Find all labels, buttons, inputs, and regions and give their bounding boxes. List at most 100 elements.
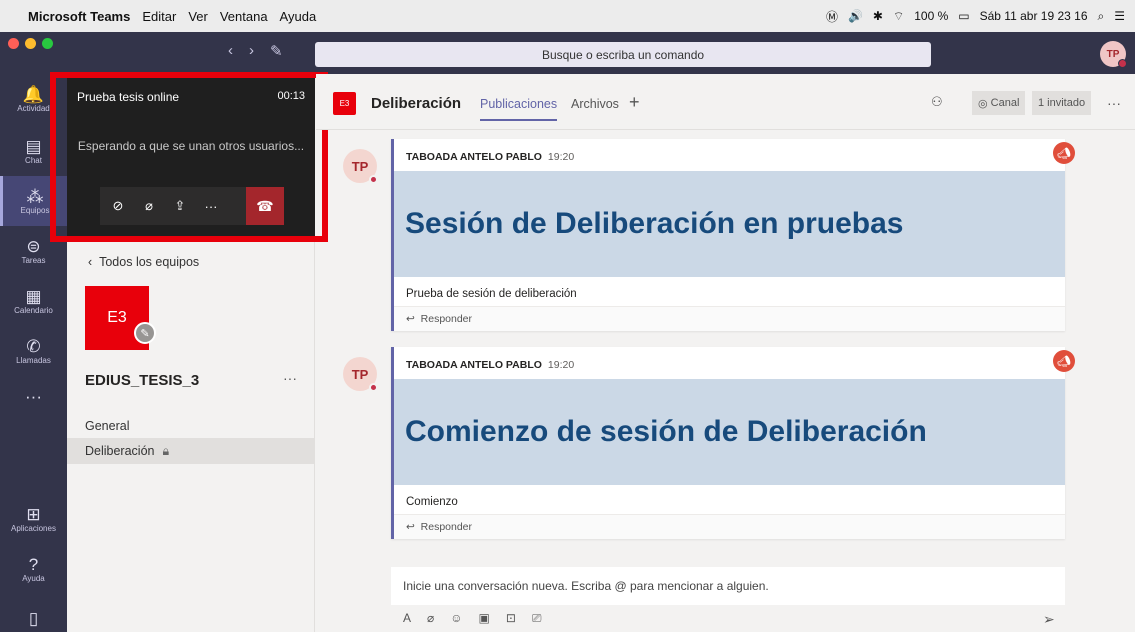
channel-visibility-button[interactable]: ◎ Canal <box>972 91 1026 115</box>
presence-busy-icon <box>369 175 378 184</box>
rail-label: Calendario <box>14 305 53 315</box>
menu-app-name[interactable]: Microsoft Teams <box>28 9 130 24</box>
compose-icon[interactable]: ✎ <box>270 42 283 60</box>
attach-icon[interactable]: ⌀ <box>427 611 434 626</box>
rail-item-calls[interactable]: ✆ Llamadas <box>0 326 67 376</box>
chevron-left-icon: ‹ <box>88 255 100 269</box>
add-tab-icon[interactable]: + <box>629 92 640 113</box>
post-subject: Comienzo <box>406 496 458 508</box>
rail-item-teams[interactable]: ⁂ Equipos <box>0 176 67 226</box>
reply-button[interactable]: ↩ Responder <box>394 306 1065 331</box>
post-card[interactable]: TABOADA ANTELO PABLO 19:20 📣︎ Comienzo de… <box>391 347 1075 539</box>
mic-off-icon[interactable]: ⌀ <box>136 187 162 225</box>
canal-label: Canal <box>990 97 1020 109</box>
guests-button[interactable]: 1 invitado <box>1032 91 1092 115</box>
eye-icon: ◎ <box>978 97 991 110</box>
rail-item-activity[interactable]: 🔔 Actividad <box>0 74 67 124</box>
team-avatar[interactable]: E3 ✎ <box>85 286 156 350</box>
all-teams-label: Todos los equipos <box>99 255 200 269</box>
rail-item-apps[interactable]: ⊞ Aplicaciones <box>0 494 67 544</box>
menu-editar[interactable]: Editar <box>142 9 176 24</box>
all-teams-link[interactable]: ‹ Todos los equipos <box>88 255 199 269</box>
rail-item-tasks[interactable]: ⊜ Tareas <box>0 226 67 276</box>
rail-label: Equipos <box>20 205 50 215</box>
rail-item-help[interactable]: ? Ayuda <box>0 544 67 594</box>
rail-label: Tareas <box>21 255 46 265</box>
profile-initials: TP <box>1106 48 1120 60</box>
forward-arrow-icon[interactable]: › <box>249 42 254 60</box>
meet-now-icon[interactable]: ⎚ <box>532 611 542 626</box>
profile-avatar[interactable]: TP <box>1100 41 1127 68</box>
sticker-icon[interactable]: ⊡ <box>506 611 516 626</box>
format-icon[interactable]: A <box>403 611 411 626</box>
notification-center-icon[interactable]: ☰ <box>1114 9 1125 23</box>
phone-icon: ✆ <box>26 336 41 356</box>
emoji-icon[interactable]: ☺ <box>450 611 462 626</box>
rail-label: Aplicaciones <box>11 523 56 533</box>
close-window-icon[interactable] <box>8 38 19 49</box>
back-arrow-icon[interactable]: ‹ <box>228 42 233 60</box>
header-more-icon[interactable]: ··· <box>1107 95 1121 111</box>
rail-item-more[interactable]: ··· <box>0 372 67 422</box>
call-waiting-message: Esperando a que se unan otros usuarios..… <box>77 139 305 153</box>
call-controls: ⊘ ⌀ ⇪ ··· ☎ <box>100 187 284 225</box>
menu-ventana[interactable]: Ventana <box>220 9 268 24</box>
spotlight-icon[interactable]: ⌕ <box>1098 9 1105 24</box>
minimize-window-icon[interactable] <box>25 38 36 49</box>
call-window[interactable]: Prueba tesis online 00:13 Esperando a qu… <box>67 74 315 236</box>
apps-icon: ⊞ <box>26 504 41 524</box>
tab-publicaciones[interactable]: Publicaciones <box>480 97 558 121</box>
camera-off-icon[interactable]: ⊘ <box>105 187 131 225</box>
post-subject: Prueba de sesión de deliberación <box>406 288 577 300</box>
rail-item-calendar[interactable]: ▦ Calendario <box>0 276 67 326</box>
rail-item-device[interactable]: ▯ <box>0 594 67 632</box>
compose-toolbar: A ⌀ ☺ ▣ ⊡ ⎚ <box>403 611 542 626</box>
chat-icon: ▤ <box>25 136 42 156</box>
tab-archivos[interactable]: Archivos <box>571 97 619 111</box>
team-more-icon[interactable]: ··· <box>283 370 297 386</box>
rail-label: Chat <box>25 155 42 165</box>
post-author: TABOADA ANTELO PABLO <box>406 359 542 371</box>
share-screen-icon[interactable]: ⇪ <box>167 187 193 225</box>
teams-icon: ⁂ <box>26 186 44 206</box>
call-more-icon[interactable]: ··· <box>198 187 224 225</box>
compose-input[interactable]: Inicie una conversación nueva. Escriba @… <box>391 567 1065 605</box>
search-input[interactable]: Busque o escriba un comando <box>315 42 931 67</box>
rail-item-chat[interactable]: ▤ Chat <box>0 126 67 176</box>
history-nav: ‹ › ✎ <box>228 42 283 60</box>
pencil-icon[interactable]: ✎ <box>134 322 156 344</box>
people-icon[interactable]: ⚇ <box>931 94 943 110</box>
menu-ayuda[interactable]: Ayuda <box>280 9 317 24</box>
m-icon[interactable]: Ⓜ <box>826 8 838 25</box>
bell-icon: 🔔 <box>22 84 45 104</box>
post-avatar-initials: TP <box>351 366 369 382</box>
wifi-icon[interactable]: ⌔ <box>893 9 904 24</box>
reply-button[interactable]: ↩ Responder <box>394 514 1065 539</box>
post-avatar[interactable]: TP <box>343 149 378 184</box>
team-name: EDIUS_TESIS_3 <box>85 372 200 389</box>
zoom-window-icon[interactable] <box>42 38 53 49</box>
bluetooth-icon[interactable]: ✱ <box>873 9 883 23</box>
tasks-icon: ⊜ <box>26 236 41 256</box>
send-icon[interactable]: ➢ <box>1043 611 1055 628</box>
announcement-banner: Comienzo de sesión de Deliberación <box>394 379 1065 485</box>
battery-label[interactable]: 100 % <box>914 9 948 23</box>
gif-icon[interactable]: ▣ <box>479 611 490 626</box>
reply-label: Responder <box>420 313 473 325</box>
reply-label: Responder <box>420 521 473 533</box>
channel-item-deliberacion[interactable]: Deliberación 🔒︎ <box>67 438 315 464</box>
channel-title: Deliberación <box>371 95 462 112</box>
channel-item-general[interactable]: General <box>67 413 315 439</box>
lock-icon: 🔒︎ <box>162 443 170 458</box>
volume-icon[interactable]: 🔊 <box>848 9 863 23</box>
hang-up-icon[interactable]: ☎ <box>246 187 284 225</box>
menu-ver[interactable]: Ver <box>188 9 208 24</box>
post-avatar-initials: TP <box>351 158 369 174</box>
help-icon: ? <box>28 554 39 574</box>
post-avatar[interactable]: TP <box>343 357 378 392</box>
call-title: Prueba tesis online <box>77 90 180 104</box>
datetime[interactable]: Sáb 11 abr 19 23 16 <box>980 9 1088 23</box>
post-card[interactable]: TABOADA ANTELO PABLO 19:20 📣︎ Sesión de D… <box>391 139 1075 331</box>
channel-label: General <box>85 419 130 433</box>
presence-busy-icon <box>369 383 378 392</box>
